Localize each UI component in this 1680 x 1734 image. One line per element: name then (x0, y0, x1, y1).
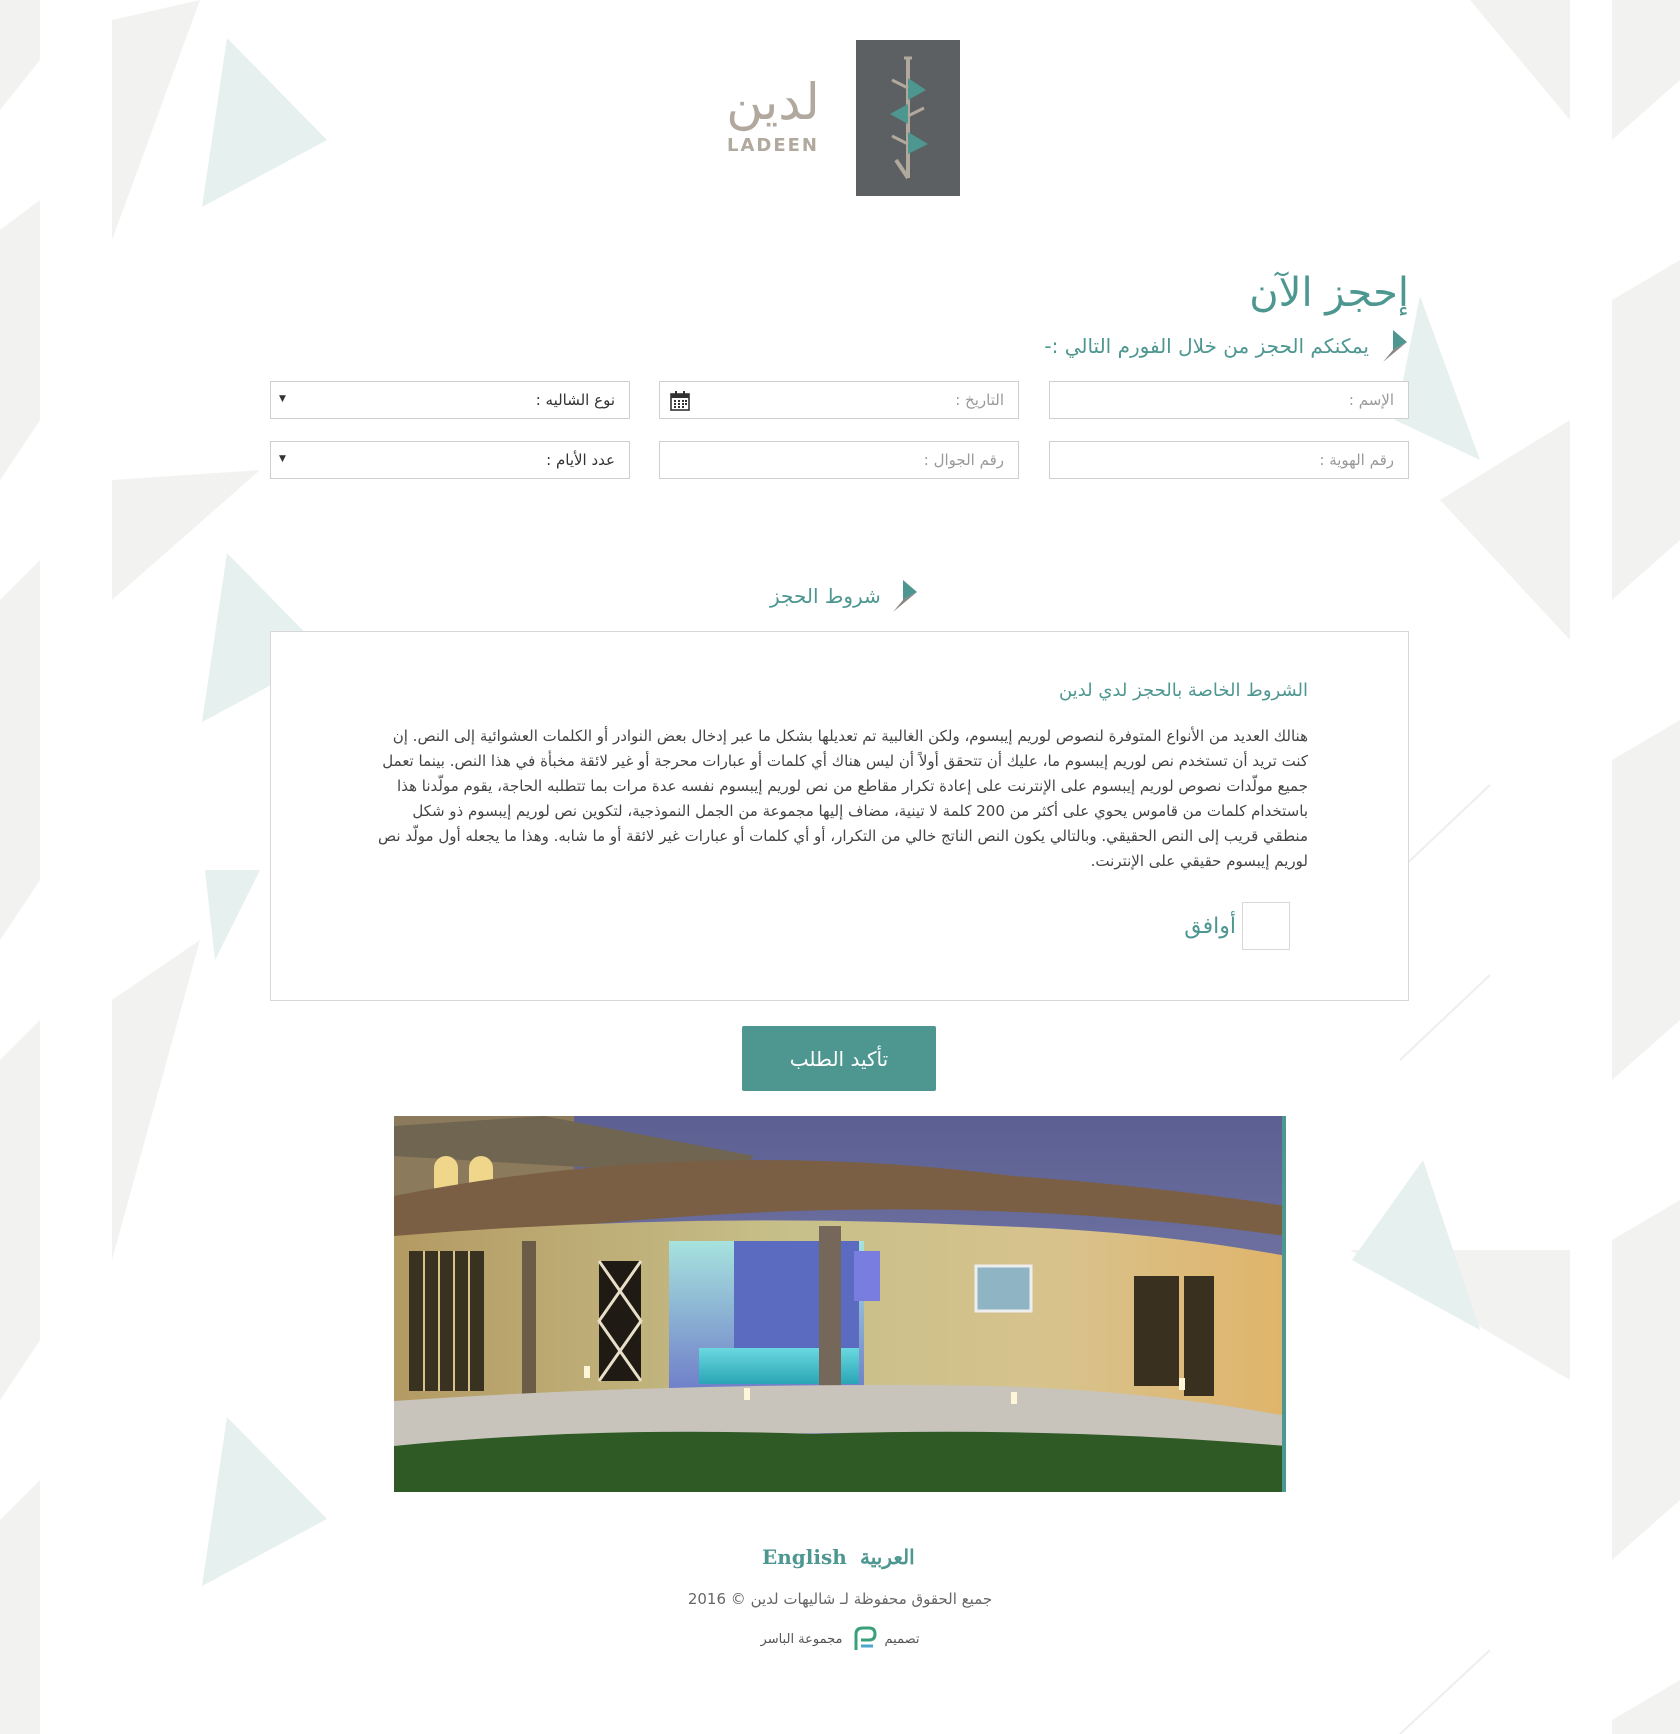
design-label: تصميم (884, 1631, 920, 1647)
copyright: جميع الحقوق محفوظة لـ شاليهات لدين © 201… (687, 1590, 993, 1608)
agree-control[interactable]: أوافق (1184, 902, 1290, 950)
agree-label: أوافق (1184, 913, 1236, 939)
flag-icon (892, 580, 917, 612)
terms-heading: شروط الحجز (770, 575, 919, 617)
date-field[interactable] (659, 381, 1019, 419)
logo-name-arabic: لدين (726, 73, 820, 131)
name-field[interactable] (1049, 381, 1409, 419)
confirm-order-button[interactable]: تأكيد الطلب (742, 1026, 936, 1091)
calendar-icon[interactable] (670, 391, 690, 411)
mobile-field[interactable] (659, 441, 1019, 479)
page-title: إحجز الآن (1249, 270, 1409, 316)
booking-subtitle: يمكنكم الحجز من خلال الفورم التالي :- (1044, 326, 1409, 366)
id-number-field[interactable] (1049, 441, 1409, 479)
name-input[interactable] (1050, 382, 1408, 418)
chalet-photo (394, 1116, 1286, 1492)
chalet-type-label: نوع الشاليه : (535, 391, 615, 409)
lang-english-link[interactable]: English (762, 1545, 847, 1569)
terms-title: الشروط الخاصة بالحجز لدي لدين (1058, 680, 1308, 701)
subtitle-text: يمكنكم الحجز من خلال الفورم التالي :- (1044, 334, 1369, 358)
terms-box: الشروط الخاصة بالحجز لدي لدين هنالك العد… (270, 631, 1409, 1001)
dropdown-arrow-icon: ▼ (279, 394, 286, 404)
design-credit[interactable]: تصميم مجموعة الباسر (700, 1624, 980, 1654)
mobile-input[interactable] (660, 442, 1018, 478)
page: لدين LADEEN إحجز الآن يمكنكم الحجز من خل… (0, 0, 1680, 1734)
logo[interactable]: لدين LADEEN (718, 38, 960, 198)
designer-name: مجموعة الباسر (760, 1631, 843, 1647)
logo-name-english: LADEEN (727, 135, 819, 156)
lang-arabic-link[interactable]: العربية (860, 1545, 915, 1569)
days-label: عدد الأيام : (546, 451, 615, 469)
flag-icon (1383, 330, 1407, 362)
date-input[interactable] (660, 382, 1018, 418)
days-select[interactable]: عدد الأيام : ▼ (270, 441, 630, 479)
agree-checkbox[interactable] (1242, 902, 1290, 950)
terms-heading-text: شروط الحجز (770, 584, 881, 608)
chalet-type-select[interactable]: نوع الشاليه : ▼ (270, 381, 630, 419)
dropdown-arrow-icon: ▼ (279, 454, 286, 464)
designer-logo-icon (854, 1626, 877, 1650)
id-number-input[interactable] (1050, 442, 1408, 478)
logo-tree-mark (856, 40, 960, 196)
terms-body: هنالك العديد من الأنواع المتوفرة لنصوص ل… (378, 727, 1308, 870)
